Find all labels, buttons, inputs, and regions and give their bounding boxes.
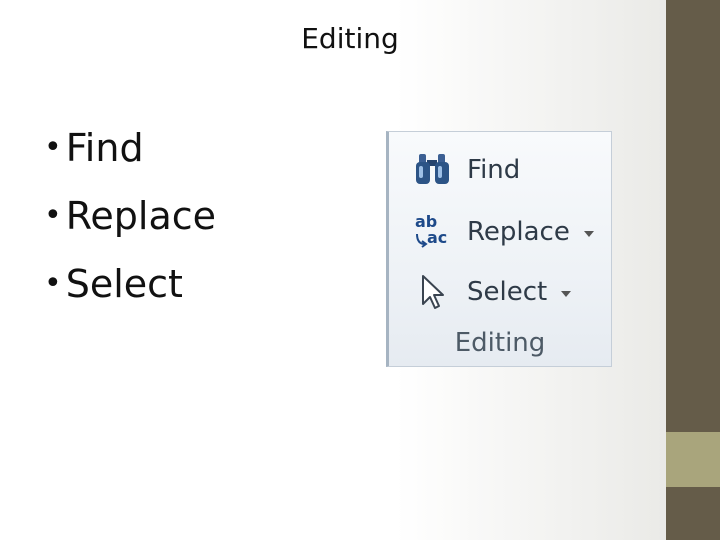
bullet-text: Replace (65, 194, 217, 238)
replace-button[interactable]: ab ac Replace (413, 210, 594, 254)
bullet-dot: • (44, 198, 62, 233)
find-label: Find (467, 155, 521, 185)
bullet-text: Select (65, 262, 183, 306)
bullet-dot: • (44, 130, 62, 165)
find-button[interactable]: Find (413, 148, 520, 192)
bullet-item-select: • Select (44, 256, 216, 324)
slide-title: Editing (301, 22, 399, 55)
bullet-dot: • (44, 266, 62, 301)
chevron-down-icon[interactable] (583, 231, 594, 237)
right-band-accent (666, 432, 720, 487)
replace-ab-ac-icon: ab ac (415, 212, 448, 248)
cursor-select-icon (413, 272, 455, 312)
bullet-item-find: • Find (44, 120, 216, 188)
binoculars-icon (413, 150, 455, 190)
bullet-item-replace: • Replace (44, 188, 216, 256)
bullet-list: • Find • Replace • Select (44, 120, 216, 324)
replace-label: Replace (467, 217, 570, 247)
editing-ribbon-group: Find ab ac Replace Select Editing (386, 131, 612, 367)
bullet-text: Find (65, 126, 144, 170)
select-label: Select (467, 277, 548, 307)
chevron-down-icon[interactable] (561, 291, 572, 297)
select-button[interactable]: Select (413, 270, 572, 314)
ribbon-group-label: Editing (454, 328, 546, 358)
